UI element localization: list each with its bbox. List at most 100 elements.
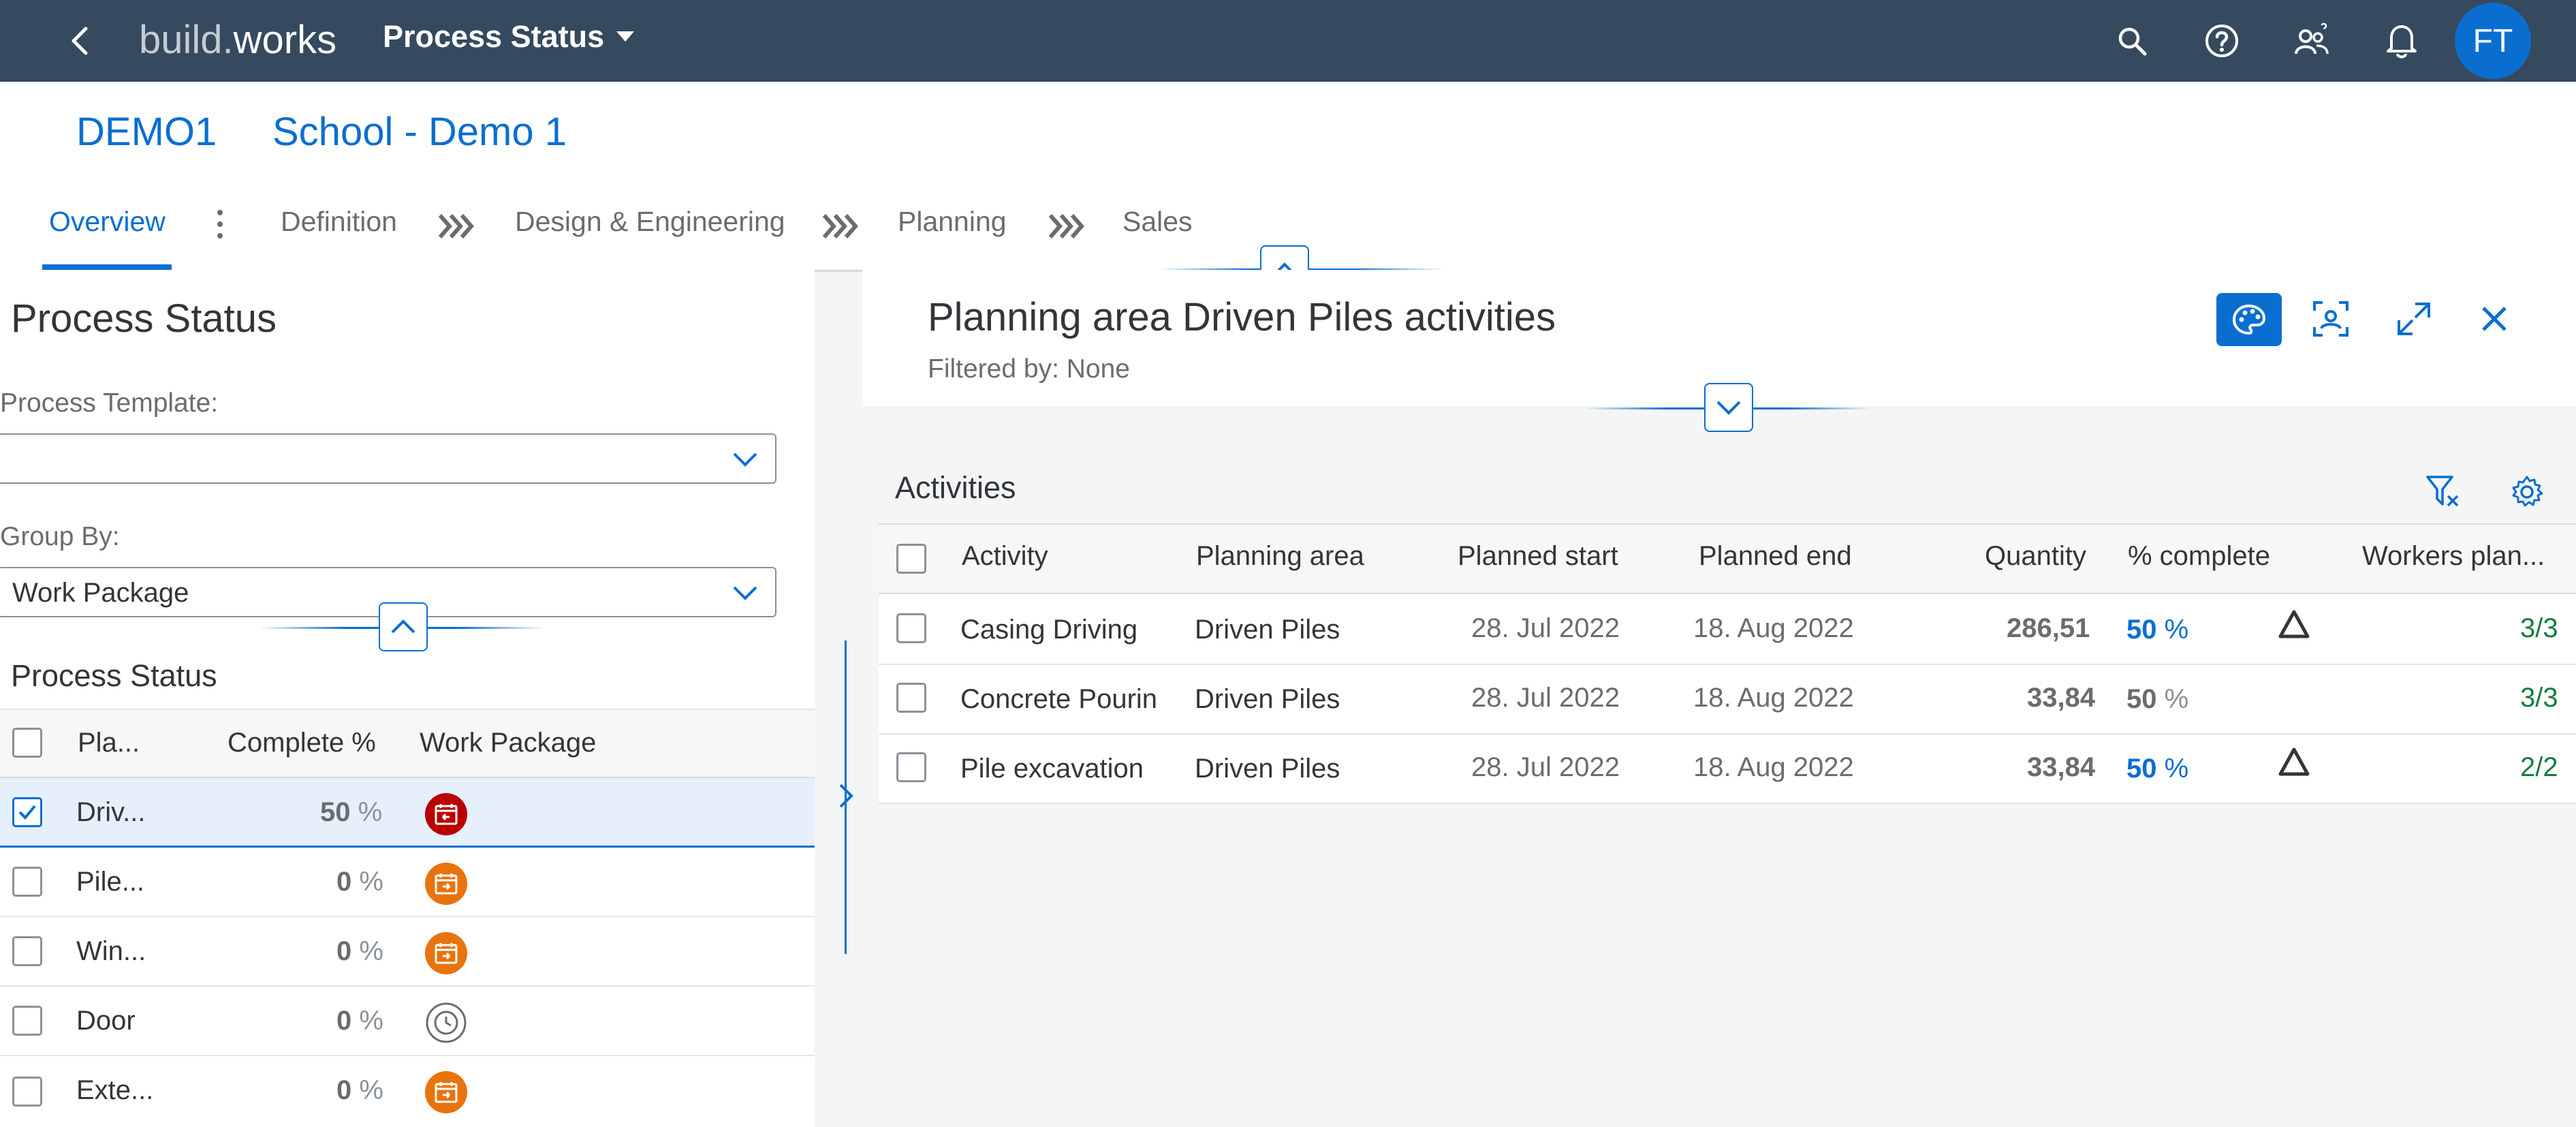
col-header-quantity[interactable]: Quantity xyxy=(1985,541,2086,572)
tab-selected-indicator xyxy=(42,264,172,270)
project-name: School - Demo 1 xyxy=(272,110,567,154)
help-icon[interactable] xyxy=(2197,16,2246,65)
row-checkbox[interactable] xyxy=(12,936,42,966)
tab-definition[interactable]: Definition xyxy=(281,206,397,238)
col-header-planning-area[interactable]: Pla... xyxy=(78,728,140,758)
activity-name[interactable]: Casing Driving xyxy=(960,615,1137,645)
chevrons-right-icon xyxy=(821,213,860,243)
shell-bar: build.works Process Status FT xyxy=(0,0,2576,82)
detail-title: Planning area Driven Piles activities xyxy=(928,295,1556,339)
row-name: Exte... xyxy=(76,1075,154,1105)
col-header-percent-complete[interactable]: % complete xyxy=(2128,541,2270,572)
row-divider xyxy=(0,1055,815,1056)
panel-title: Process Status xyxy=(11,296,277,341)
row-divider xyxy=(0,916,815,917)
template-label: Process Template: xyxy=(0,388,219,418)
orange-calendar-icon xyxy=(425,863,467,905)
planned-start: 28. Jul 2022 xyxy=(1471,683,1620,713)
col-header-planned-end[interactable]: Planned end xyxy=(1699,541,1852,572)
col-header-workers-planned[interactable]: Workers plan... xyxy=(2362,541,2545,572)
table-subtitle: Process Status xyxy=(11,658,217,693)
fullscreen-icon[interactable] xyxy=(2395,300,2433,338)
tab-overview[interactable]: Overview xyxy=(49,206,166,238)
activity-name[interactable]: Concrete Pourin xyxy=(960,684,1162,715)
tab-design-engineering[interactable]: Design & Engineering xyxy=(515,206,785,238)
col-header-activity[interactable]: Activity xyxy=(962,541,1048,572)
planned-end: 18. Aug 2022 xyxy=(1693,683,1854,713)
palette-button[interactable] xyxy=(2216,293,2282,346)
back-icon[interactable] xyxy=(56,16,105,65)
row-checkbox[interactable] xyxy=(896,683,926,713)
close-icon[interactable] xyxy=(2478,303,2511,335)
chevrons-right-icon xyxy=(1048,213,1086,243)
row-name: Door xyxy=(76,1006,136,1036)
quantity: 33,84 xyxy=(2027,752,2096,782)
people-icon[interactable] xyxy=(2287,16,2336,65)
row-percent: 0 % xyxy=(336,936,383,966)
project-id: DEMO1 xyxy=(76,110,217,154)
col-header-planned-start[interactable]: Planned start xyxy=(1458,541,1618,572)
template-select[interactable] xyxy=(0,433,776,484)
row-percent: 0 % xyxy=(336,867,383,897)
more-vertical-icon[interactable] xyxy=(215,209,225,240)
planning-area: Driven Piles xyxy=(1195,615,1340,645)
tab-sales[interactable]: Sales xyxy=(1122,206,1193,238)
screenshot-icon[interactable] xyxy=(2312,300,2350,338)
chevron-down-icon xyxy=(733,452,757,467)
search-icon[interactable] xyxy=(2107,16,2156,65)
orange-calendar-icon xyxy=(425,932,467,974)
activity-name[interactable]: Pile excavation xyxy=(960,754,1144,784)
expand-detail-header-button[interactable] xyxy=(1704,383,1753,432)
planned-start: 28. Jul 2022 xyxy=(1471,752,1620,782)
planning-area: Driven Piles xyxy=(1195,754,1340,784)
caret-down-icon xyxy=(616,31,635,42)
brand-logo: build.works xyxy=(139,18,336,63)
row-name: Win... xyxy=(76,936,146,966)
col-header-complete[interactable]: Complete % xyxy=(227,728,376,758)
palette-icon xyxy=(2232,304,2266,335)
bell-icon[interactable] xyxy=(2377,16,2426,65)
chevron-down-icon xyxy=(1716,401,1741,415)
collapse-filter-button[interactable] xyxy=(379,602,428,651)
groupby-value: Work Package xyxy=(12,578,189,608)
row-divider xyxy=(879,664,2576,665)
checkmark-icon xyxy=(18,805,36,820)
row-name: Pile... xyxy=(76,867,145,897)
brand-bold: works xyxy=(233,18,337,62)
percent-complete: 50 % xyxy=(2126,615,2189,645)
brand-light: build. xyxy=(139,18,234,62)
chevron-up-icon xyxy=(391,619,415,634)
orange-calendar-icon xyxy=(425,1071,467,1113)
title-menu[interactable]: Process Status xyxy=(383,19,635,55)
settings-gear-icon[interactable] xyxy=(2509,474,2545,510)
planning-area: Driven Piles xyxy=(1195,684,1340,714)
row-checkbox[interactable] xyxy=(12,1006,42,1036)
filter-info: Filtered by: None xyxy=(928,354,1130,384)
row-checkbox[interactable] xyxy=(896,752,926,782)
select-all-checkbox[interactable] xyxy=(12,728,42,758)
col-header-work-package[interactable]: Work Package xyxy=(420,728,596,758)
avatar[interactable]: FT xyxy=(2455,3,2531,79)
planned-start: 28. Jul 2022 xyxy=(1471,613,1620,643)
row-checkbox-checked[interactable] xyxy=(12,797,42,827)
row-percent: 0 % xyxy=(336,1006,383,1036)
row-checkbox[interactable] xyxy=(12,1077,42,1107)
row-name: Driv... xyxy=(76,797,146,827)
quantity: 286,51 xyxy=(2007,613,2090,643)
tab-planning[interactable]: Planning xyxy=(898,206,1007,238)
select-all-checkbox[interactable] xyxy=(896,544,926,574)
row-checkbox[interactable] xyxy=(12,867,42,897)
row-percent: 50 % xyxy=(320,797,383,827)
clear-filter-icon[interactable] xyxy=(2425,474,2463,510)
workers-planned: 3/3 xyxy=(2520,613,2558,643)
workers-planned: 2/2 xyxy=(2520,752,2558,782)
col-header-planning-area[interactable]: Planning area xyxy=(1196,541,1364,572)
row-checkbox[interactable] xyxy=(896,613,926,643)
row-divider xyxy=(879,733,2576,735)
quantity: 33,84 xyxy=(2027,683,2096,713)
chevron-right-icon[interactable] xyxy=(835,782,857,809)
workers-planned: 3/3 xyxy=(2520,683,2558,713)
chevrons-right-icon xyxy=(437,213,475,243)
row-percent: 0 % xyxy=(336,1075,383,1105)
row-divider xyxy=(879,803,2576,804)
